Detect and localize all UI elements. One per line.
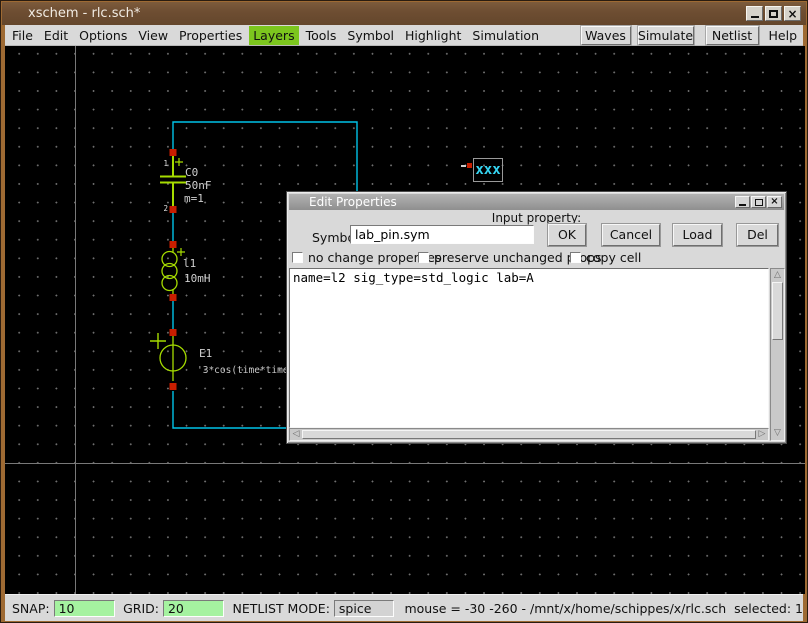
close-icon: ×	[787, 8, 797, 20]
del-button[interactable]: Del	[737, 224, 778, 246]
scroll-up-icon[interactable]: △	[771, 269, 784, 282]
dialog-close-button[interactable]: ×	[767, 196, 782, 208]
netlist-button[interactable]: Netlist	[706, 26, 759, 45]
netlist-mode-input[interactable]: spice	[334, 600, 395, 617]
menu-symbol[interactable]: Symbol	[343, 26, 398, 45]
source-ref: E1	[199, 347, 212, 360]
pin-square[interactable]	[170, 206, 177, 213]
capacitor-value: 50nF	[185, 179, 212, 192]
menu-highlight[interactable]: Highlight	[401, 26, 465, 45]
vertical-scrollbar-thumb[interactable]	[772, 282, 783, 340]
waves-button[interactable]: Waves	[581, 26, 631, 45]
inductor-symbol[interactable]: l1 10mH	[162, 248, 211, 294]
grid-input[interactable]: 20	[163, 600, 224, 617]
inductor-ref: l1	[183, 257, 196, 270]
simulate-button[interactable]: Simulate	[638, 26, 694, 45]
menu-edit[interactable]: Edit	[40, 26, 72, 45]
properties-textarea[interactable]: name=l2 sig_type=std_logic lab=A	[289, 268, 769, 428]
checkbox-copy-cell[interactable]: copy cell	[570, 251, 641, 264]
dialog-title: Edit Properties	[309, 195, 397, 209]
minimize-icon	[739, 204, 746, 206]
menu-view[interactable]: View	[134, 26, 172, 45]
menubar: File Edit Options View Properties Layers…	[5, 25, 803, 46]
netlist-mode-label: NETLIST MODE:	[232, 601, 329, 616]
net-label-selected[interactable]: xxx	[473, 158, 503, 182]
window-title: xschem - rlc.sch*	[28, 6, 140, 21]
net-label-pin[interactable]	[467, 163, 472, 168]
inductor-value: 10mH	[184, 272, 211, 285]
statusbar: SNAP: 10 GRID: 20 NETLIST MODE: spice mo…	[5, 594, 803, 621]
checkbox-icon[interactable]	[570, 252, 581, 263]
maximize-button[interactable]	[765, 6, 782, 21]
horizontal-scrollbar-thumb[interactable]	[302, 430, 756, 439]
plus-marker-inductor	[177, 248, 185, 256]
pin-square[interactable]	[170, 383, 177, 390]
menu-properties[interactable]: Properties	[175, 26, 246, 45]
ok-button[interactable]: OK	[548, 224, 586, 246]
snap-input[interactable]: 10	[54, 600, 115, 617]
pin-square[interactable]	[170, 149, 177, 156]
horizontal-scrollbar[interactable]: ◁ ▷	[289, 428, 769, 441]
pin-square[interactable]	[170, 241, 177, 248]
menu-help[interactable]: Help	[765, 26, 802, 45]
dialog-window-controls: ×	[735, 196, 782, 208]
schematic-canvas[interactable]: 1 2 C0 50nF m=1 l1 10mH E1	[5, 46, 805, 594]
minimize-icon	[751, 16, 759, 18]
menu-tools[interactable]: Tools	[302, 26, 341, 45]
edit-properties-dialog: Edit Properties × Input property: Symbol…	[286, 191, 787, 444]
window-titlebar[interactable]: xschem - rlc.sch* ×	[2, 2, 806, 25]
menu-file[interactable]: File	[8, 26, 37, 45]
dialog-titlebar[interactable]: Edit Properties ×	[289, 194, 784, 210]
capacitor-ref: C0	[185, 166, 198, 179]
load-button[interactable]: Load	[673, 224, 722, 246]
snap-label: SNAP:	[12, 601, 50, 616]
plus-marker-capacitor	[175, 158, 183, 166]
inductor-coil[interactable]	[162, 252, 177, 267]
scroll-right-icon[interactable]: ▷	[756, 429, 768, 440]
checkbox-icon[interactable]	[418, 252, 429, 263]
input-property-label: Input property:	[287, 211, 786, 225]
minimize-button[interactable]	[746, 6, 763, 21]
checkbox-icon[interactable]	[292, 252, 303, 263]
window-frame: xschem - rlc.sch* × File Edit Options Vi…	[0, 0, 808, 623]
inductor-coil[interactable]	[162, 264, 177, 279]
window-controls: ×	[746, 6, 801, 21]
pin-square[interactable]	[170, 329, 177, 336]
plus-marker-source	[150, 333, 166, 349]
scroll-down-icon[interactable]: ▽	[771, 427, 784, 440]
symbol-input[interactable]: lab_pin.sym	[350, 225, 534, 244]
inductor-coil[interactable]	[162, 276, 177, 291]
menu-simulation[interactable]: Simulation	[468, 26, 543, 45]
capacitor-pin2-number: 2	[163, 204, 168, 213]
capacitor-pin1-number: 1	[163, 159, 168, 168]
dialog-maximize-button[interactable]	[751, 196, 766, 208]
cancel-button[interactable]: Cancel	[602, 224, 660, 246]
mouse-status-text: mouse = -30 -260 - /mnt/x/home/schippes/…	[404, 601, 803, 616]
maximize-icon	[769, 10, 778, 18]
vertical-scrollbar[interactable]: △ ▽	[770, 268, 785, 441]
menu-layers[interactable]: Layers	[249, 26, 298, 45]
pin-square[interactable]	[170, 294, 177, 301]
dialog-minimize-button[interactable]	[735, 196, 750, 208]
maximize-icon	[755, 199, 763, 206]
checkbox-label: copy cell	[586, 250, 641, 265]
net-label-marker	[461, 165, 466, 167]
grid-label: GRID:	[123, 601, 159, 616]
capacitor-symbol[interactable]: 1 2 C0 50nF m=1	[160, 156, 212, 213]
close-button[interactable]: ×	[784, 6, 801, 21]
close-icon: ×	[770, 197, 778, 207]
menu-options[interactable]: Options	[75, 26, 131, 45]
scroll-left-icon[interactable]: ◁	[290, 429, 302, 440]
capacitor-mult: m=1	[184, 192, 204, 205]
